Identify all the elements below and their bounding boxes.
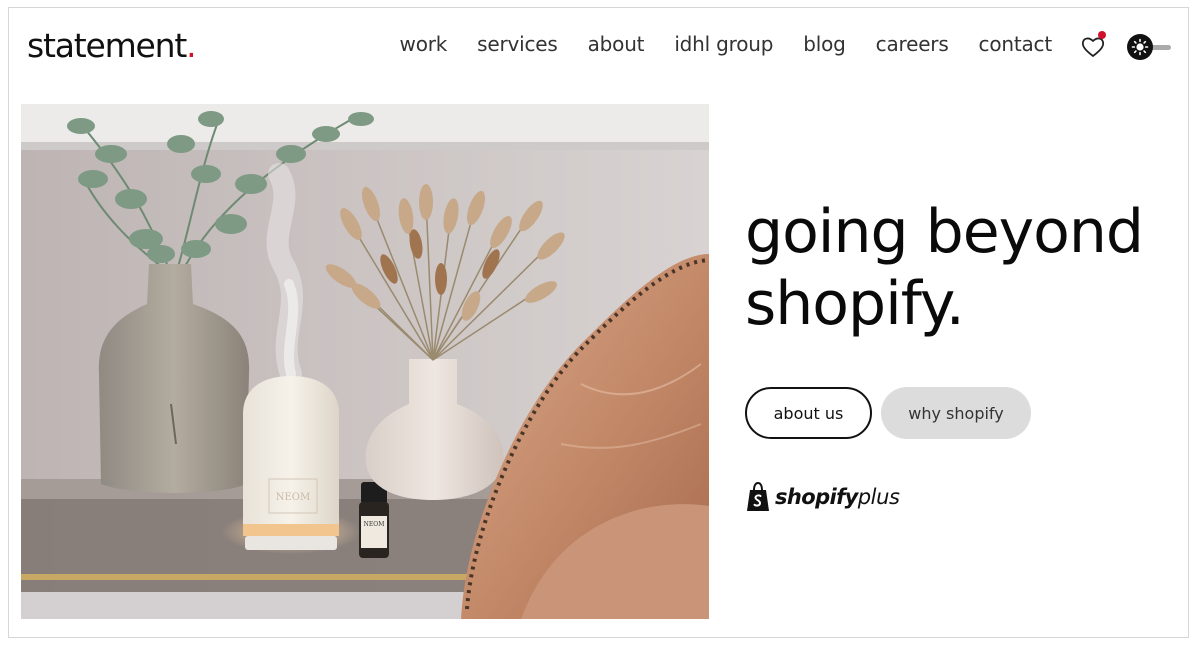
heart-icon[interactable] bbox=[1081, 36, 1105, 58]
headline-line-2: shopify. bbox=[745, 269, 965, 339]
nav-item-contact[interactable]: contact bbox=[979, 32, 1053, 56]
logo-text: statement bbox=[27, 26, 187, 65]
nav-item-careers[interactable]: careers bbox=[876, 32, 949, 56]
nav-item-services[interactable]: services bbox=[477, 32, 558, 56]
sun-icon bbox=[1127, 34, 1153, 60]
logo-dot: . bbox=[186, 26, 197, 65]
nav-item-idhl-group[interactable]: idhl group bbox=[674, 32, 773, 56]
headline-line-1: going beyond bbox=[745, 197, 1144, 267]
diffuser-label: NEOM bbox=[276, 492, 311, 503]
shopify-bag-icon bbox=[747, 482, 769, 511]
nav-item-blog[interactable]: blog bbox=[803, 32, 846, 56]
about-us-button[interactable]: about us bbox=[745, 387, 872, 439]
site-header: statement. work services about idhl grou… bbox=[9, 8, 1188, 88]
shopify-plus-logo: shopify plus bbox=[745, 480, 900, 514]
site-logo[interactable]: statement. bbox=[27, 26, 197, 65]
shopify-wordmark: shopify bbox=[775, 485, 858, 509]
why-shopify-button[interactable]: why shopify bbox=[881, 387, 1031, 439]
nav-item-work[interactable]: work bbox=[400, 32, 448, 56]
plus-wordmark: plus bbox=[857, 485, 900, 509]
notification-dot bbox=[1098, 31, 1106, 39]
nav-item-about[interactable]: about bbox=[588, 32, 645, 56]
main-nav: work services about idhl group blog care… bbox=[370, 32, 1053, 56]
hero-image: NEOM NEOM bbox=[21, 104, 709, 619]
page-frame: statement. work services about idhl grou… bbox=[8, 7, 1189, 638]
hero-headline: going beyond shopify. bbox=[745, 196, 1185, 340]
bottle-label: NEOM bbox=[364, 521, 385, 528]
theme-toggle[interactable] bbox=[1127, 33, 1175, 61]
